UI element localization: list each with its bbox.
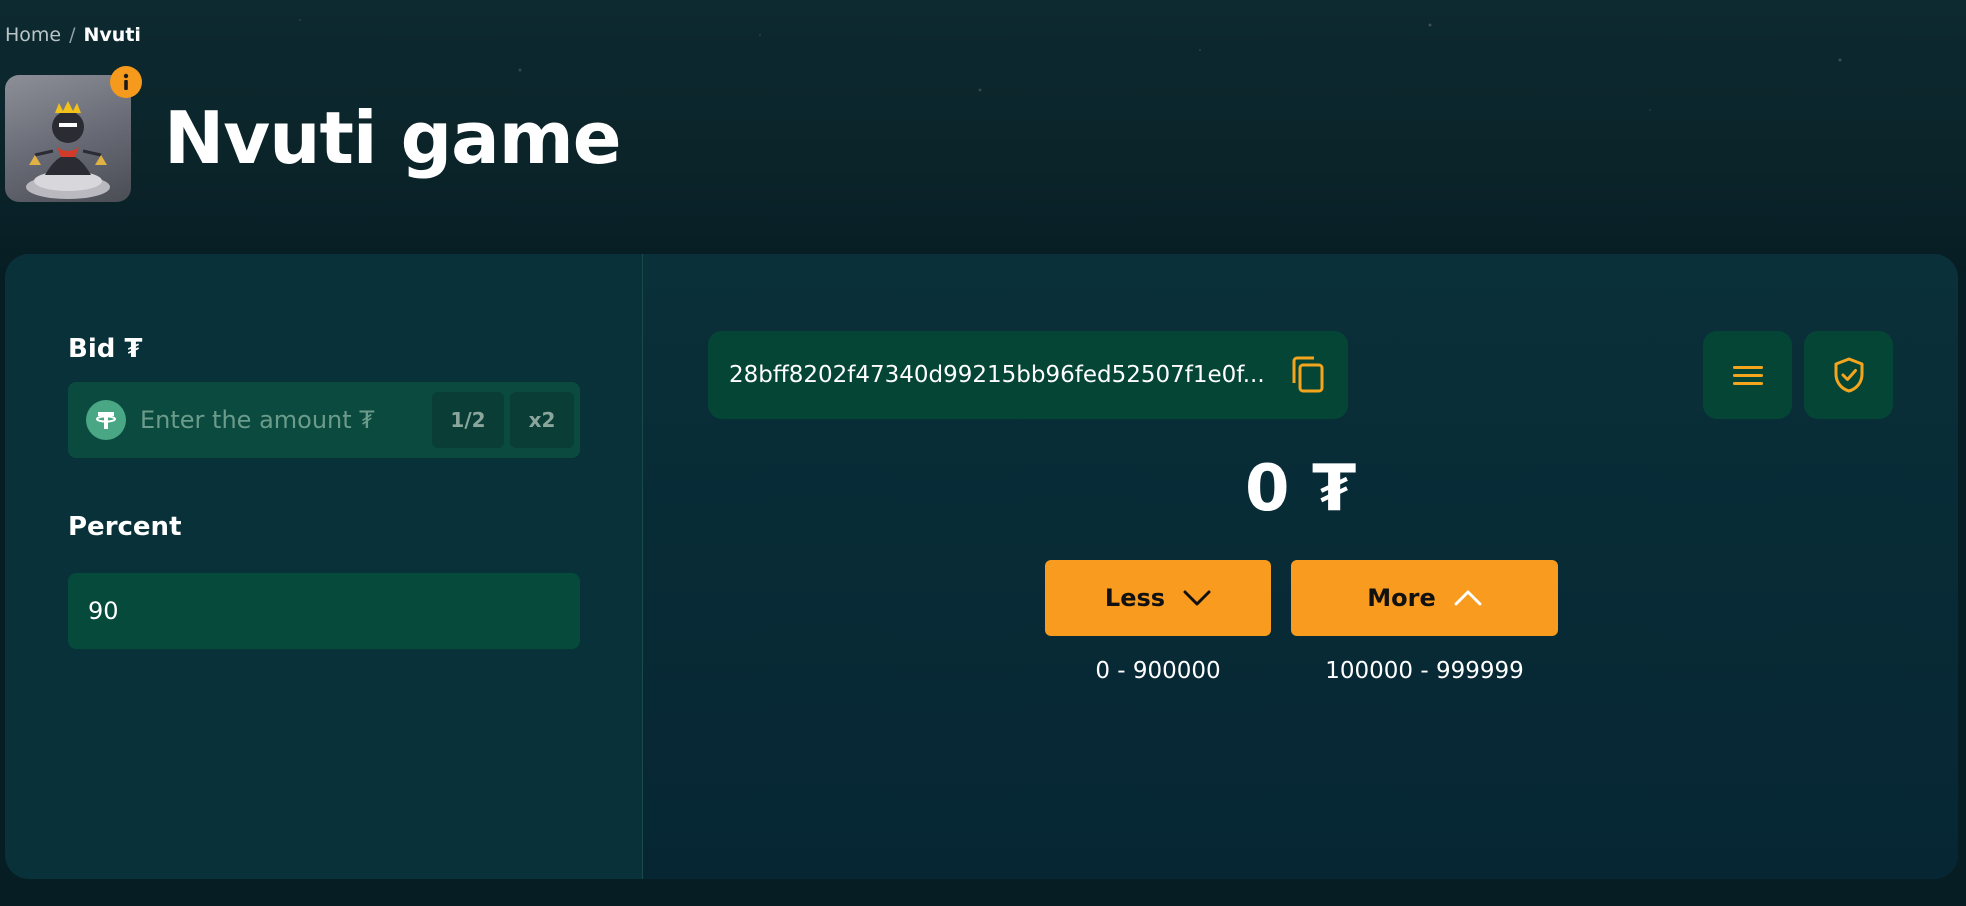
less-button[interactable]: Less [1045, 560, 1271, 636]
nvuti-character-image [26, 101, 110, 199]
less-range: 0 - 900000 [1095, 658, 1221, 684]
bet-controls: Bid ₮ 1/2 x2 Percent 90 [5, 254, 643, 879]
more-range: 100000 - 999999 [1325, 658, 1524, 684]
breadcrumb: Home / Nvuti [5, 24, 141, 46]
bid-label: Bid ₮ [68, 334, 143, 364]
info-icon[interactable] [110, 66, 142, 98]
half-bid-button[interactable]: 1/2 [432, 392, 504, 448]
bid-field: 1/2 x2 [68, 382, 580, 458]
copy-icon[interactable] [1290, 355, 1326, 395]
shield-check-icon [1834, 357, 1863, 393]
breadcrumb-separator: / [69, 24, 76, 46]
less-button-label: Less [1104, 584, 1166, 612]
history-button[interactable] [1703, 331, 1792, 419]
breadcrumb-home-link[interactable]: Home [5, 24, 61, 46]
menu-icon [1732, 366, 1763, 385]
tether-icon [86, 400, 126, 440]
chevron-up-icon [1454, 590, 1482, 606]
more-button-label: More [1367, 584, 1436, 612]
chevron-down-icon [1183, 590, 1211, 606]
percent-input[interactable]: 90 [68, 573, 580, 649]
bid-amount-input[interactable] [140, 400, 400, 440]
win-amount: 0 ₮ [1245, 452, 1357, 526]
fairness-button[interactable] [1804, 331, 1893, 419]
breadcrumb-current: Nvuti [83, 24, 141, 46]
percent-label: Percent [68, 512, 182, 542]
page: Home / Nvuti Nvuti game Bid ₮ Enter the … [0, 0, 1966, 906]
more-button[interactable]: More [1291, 560, 1558, 636]
game-thumbnail [5, 75, 131, 202]
page-title: Nvuti game [164, 96, 622, 180]
double-bid-button[interactable]: x2 [510, 392, 574, 448]
game-hash-field: 28bff8202f47340d99215bb96fed52507f1e0f..… [708, 331, 1348, 419]
game-hash-text: 28bff8202f47340d99215bb96fed52507f1e0f..… [729, 362, 1265, 388]
game-panel: Bid ₮ 1/2 x2 Percent 90 28bff8202f47340d… [5, 254, 1958, 879]
